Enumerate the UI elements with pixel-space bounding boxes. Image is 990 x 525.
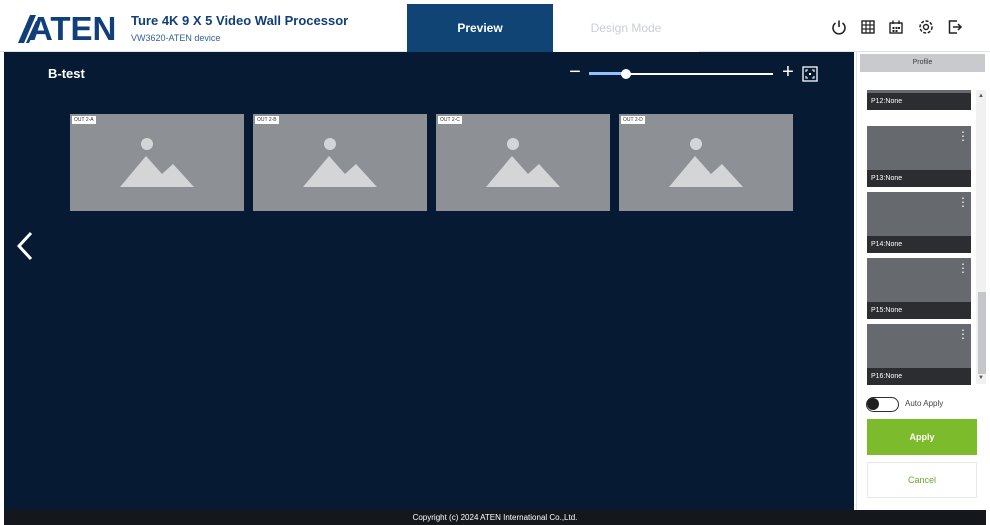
profile-label: P16:None [867,368,971,385]
footer-copyright: Copyright (c) 2024 ATEN International Co… [4,510,986,525]
image-placeholder-icon [303,138,377,187]
chevron-left-icon[interactable] [15,230,35,262]
cancel-button[interactable]: Cancel [867,462,977,498]
output-label: OUT 2-B [255,116,279,124]
profile-label: P15:None [867,302,971,319]
tab-profile[interactable]: Profile [860,54,985,72]
scroll-down-icon[interactable]: ▼ [976,374,986,382]
image-placeholder-icon [669,138,743,187]
wall-title: B-test [48,66,85,81]
profile-card[interactable]: ⋮ P15:None [867,258,971,319]
zoom-control: − + [567,61,827,84]
image-placeholder-icon [120,138,194,187]
more-options-icon[interactable]: ⋮ [957,130,969,144]
zoom-out-button[interactable]: − [567,61,583,83]
more-options-icon[interactable]: ⋮ [957,196,969,210]
more-options-icon[interactable]: ⋮ [957,262,969,276]
more-options-icon[interactable]: ⋮ [957,328,969,342]
video-wall-canvas: B-test − + OUT 2-A OUT 2-B OUT 2-C OUT 2… [4,52,854,510]
profile-label: P13:None [867,170,971,187]
image-placeholder-icon [486,138,560,187]
profile-scrollbar[interactable]: ▲ ▼ [976,90,986,384]
logo-text: ATEN [29,10,116,45]
profile-card[interactable]: ⋮ P16:None [867,324,971,385]
profile-card[interactable]: ⋮ P14:None [867,192,971,253]
profile-list: P12:None ⋮ P13:None ⋮ P14:None ⋮ P15:Non… [861,72,987,388]
output-label: OUT 2-D [621,116,645,124]
fit-screen-icon[interactable] [802,66,818,82]
output-window[interactable]: OUT 2-D [619,114,793,211]
device-name: VW3620-ATEN device [131,33,221,43]
output-label: OUT 2-A [72,116,96,124]
product-title: Ture 4K 9 X 5 Video Wall Processor [131,13,349,28]
settings-icon[interactable] [917,18,935,36]
profile-card[interactable]: P12:None [867,90,971,110]
aten-logo: ATEN [18,10,116,45]
scrollbar-thumb[interactable] [978,292,986,374]
profile-label: P12:None [867,93,971,110]
apply-button[interactable]: Apply [867,419,977,455]
calendar-icon[interactable] [887,18,905,36]
profile-card[interactable]: ⋮ P13:None [867,126,971,187]
auto-apply-toggle[interactable] [866,397,899,412]
zoom-in-button[interactable]: + [779,61,797,83]
power-icon[interactable] [830,18,848,36]
profile-panel: Profile P12:None ⋮ P13:None ⋮ P14:None ⋮… [856,52,990,510]
profile-label: P14:None [867,236,971,253]
scroll-up-icon[interactable]: ▲ [976,92,986,100]
logout-icon[interactable] [946,18,964,36]
output-window[interactable]: OUT 2-A [70,114,244,211]
toggle-knob [867,398,879,410]
tab-preview[interactable]: Preview [407,4,553,52]
output-window[interactable]: OUT 2-B [253,114,427,211]
grid-icon[interactable] [859,18,877,36]
auto-apply-label: Auto Apply [905,399,944,408]
tab-design-mode[interactable]: Design Mode [553,4,699,52]
app-header: ATEN Ture 4K 9 X 5 Video Wall Processor … [0,0,990,52]
output-label: OUT 2-C [438,116,462,124]
output-window[interactable]: OUT 2-C [436,114,610,211]
zoom-slider-handle[interactable] [620,69,631,79]
